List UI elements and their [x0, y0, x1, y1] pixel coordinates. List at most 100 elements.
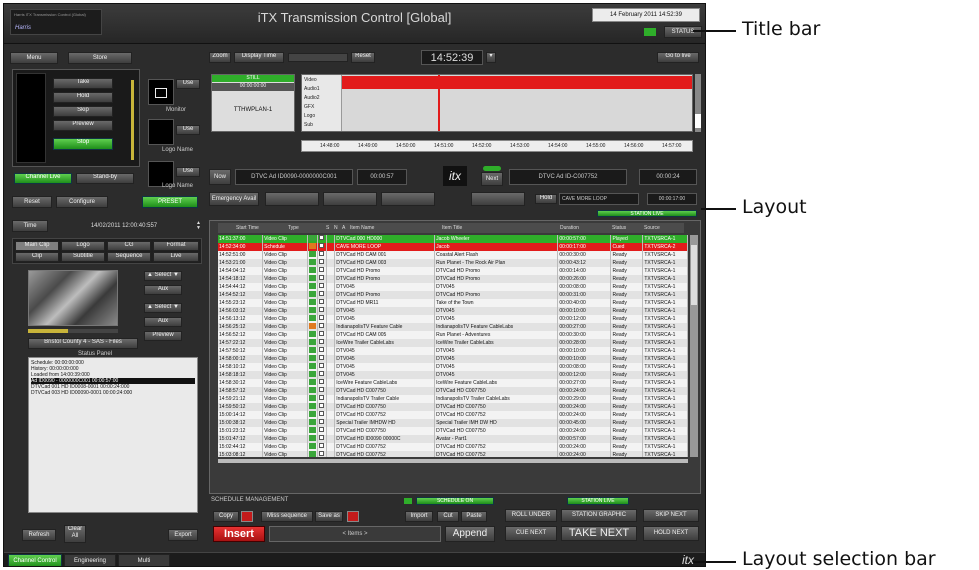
strip-button-2[interactable] — [323, 192, 377, 206]
insert-button[interactable]: Insert — [213, 526, 265, 542]
table-row[interactable]: 14:59:50:12 Video Clip DTVCad HD C007750 DT… — [218, 403, 688, 411]
timeline-ruler[interactable]: 14:48:00 14:49:00 14:50:00 14:51:00 14:5… — [301, 140, 693, 152]
menu-item-3[interactable]: Preview — [53, 120, 113, 131]
checkbox-icon[interactable] — [319, 395, 325, 400]
checkbox-icon[interactable] — [319, 355, 325, 360]
table-row[interactable]: 14:54:18:12 Video Clip DTVCad HD Promo DTVC… — [218, 275, 688, 283]
zoom-button[interactable]: Zoom — [209, 52, 231, 63]
time-button[interactable]: Time — [12, 220, 48, 232]
skip-next-button[interactable]: SKIP NEXT — [643, 509, 699, 522]
video-scrubber[interactable] — [28, 329, 118, 333]
menu-item-0[interactable]: Take — [53, 78, 113, 89]
table-row[interactable]: 14:58:18:12 Video Clip DTV045 DTV045 00:00:1… — [218, 371, 688, 379]
col-type[interactable]: Type — [288, 223, 299, 233]
checkbox-icon[interactable] — [319, 379, 325, 384]
status-button[interactable]: STATUS — [664, 26, 702, 38]
cut-button[interactable]: Cut — [437, 511, 459, 522]
reset-time-button[interactable]: Reset — [351, 52, 375, 63]
checkbox-icon[interactable] — [319, 371, 325, 376]
reset-button[interactable]: Reset — [12, 196, 52, 208]
configure-button[interactable]: Configure — [56, 196, 108, 208]
playlist-scrollbar[interactable] — [690, 235, 698, 457]
take-next-button[interactable]: TAKE NEXT — [561, 526, 637, 541]
append-button[interactable]: Append — [445, 526, 495, 542]
checkbox-icon[interactable] — [319, 323, 325, 328]
display-time-dropdown[interactable]: Display Time — [234, 52, 284, 63]
checkbox-icon[interactable] — [319, 363, 325, 368]
items-dropdown[interactable]: < Items > — [269, 526, 441, 542]
checkbox-icon[interactable] — [319, 235, 325, 240]
checkbox-icon[interactable] — [319, 267, 325, 272]
table-row[interactable]: 15:00:14:12 Video Clip DTVCad HD C007752 DT… — [218, 411, 688, 419]
table-row[interactable]: 15:01:23:12 Video Clip DTVCad HD C007750 DT… — [218, 427, 688, 435]
tab-0[interactable]: Main Clip — [15, 241, 59, 251]
table-row[interactable]: 14:58:30:12 Video Clip IceWire Feature Cab… — [218, 379, 688, 387]
schedule-on[interactable]: SCHEDULE ON — [416, 497, 494, 505]
tab-3[interactable]: Format — [153, 241, 199, 251]
playhead-line[interactable] — [438, 75, 440, 131]
track-grid[interactable]: Video Audio1 Audio2 GFX Logo Sub — [301, 74, 693, 132]
save-as-button[interactable]: Save as — [315, 511, 343, 522]
thumb-2-button[interactable]: Use — [176, 167, 200, 177]
menu-item-2[interactable]: Skip — [53, 106, 113, 117]
hold-label[interactable]: Hold — [535, 194, 557, 204]
table-row[interactable]: 14:54:04:12 Video Clip DTVCad HD Promo DTVC… — [218, 267, 688, 275]
table-row[interactable]: 14:52:34:00 Schedule CAVE MORE LOOP Jacob 00… — [218, 243, 688, 251]
thumb-0-button[interactable]: Use — [176, 79, 200, 89]
layout-tab-engineering[interactable]: Engineering — [64, 554, 116, 566]
store-button[interactable]: Store — [68, 52, 132, 64]
table-row[interactable]: 14:57:50:12 Video Clip DTV045 DTV045 00:00:1… — [218, 347, 688, 355]
timeline-scrollbar[interactable] — [695, 74, 701, 132]
clock-menu-button[interactable]: ▾ — [486, 52, 496, 63]
preview-ctrl-2[interactable]: ▲ Select ▼ — [144, 303, 182, 313]
checkbox-icon[interactable] — [319, 299, 325, 304]
checkbox-icon[interactable] — [319, 251, 325, 256]
tab-6[interactable]: Sequence — [107, 252, 151, 262]
table-row[interactable]: 14:53:21:00 Video Clip DTVCad HD CAM 003 Ru… — [218, 259, 688, 267]
table-row[interactable]: 14:54:44:12 Video Clip DTV045 DTV045 00:00:0… — [218, 283, 688, 291]
col-item-name[interactable]: Item Name — [350, 223, 374, 233]
checkbox-icon[interactable] — [319, 443, 325, 448]
table-row[interactable]: 14:54:52:12 Video Clip DTVCad HD Promo DTVC… — [218, 291, 688, 299]
datetime-spinner[interactable]: ▲ ▼ — [196, 221, 202, 232]
station-graphic-button[interactable]: STATION GRAPHIC — [561, 509, 637, 522]
table-row[interactable]: 14:56:52:12 Video Clip DTVCad HD CAM 005 Ru… — [218, 331, 688, 339]
checkbox-icon[interactable] — [319, 411, 325, 416]
channel-live-status[interactable]: Channel Live — [14, 173, 72, 184]
tab-2[interactable]: CG — [107, 241, 151, 251]
menu-button[interactable]: Menu — [10, 52, 58, 64]
menu-item-4[interactable]: Stop — [53, 138, 113, 150]
table-row[interactable]: 14:58:57:12 Video Clip DTVCad HD C007750 DT… — [218, 387, 688, 395]
checkbox-icon[interactable] — [319, 427, 325, 432]
preview-ctrl-1[interactable]: Aux — [144, 285, 182, 295]
checkbox-icon[interactable] — [319, 275, 325, 280]
export-button[interactable]: Export — [168, 529, 198, 541]
table-row[interactable]: 14:56:03:12 Video Clip DTV045 DTV045 00:00:1… — [218, 307, 688, 315]
col-s[interactable]: S — [326, 223, 329, 233]
tab-4[interactable]: Clip — [15, 252, 59, 262]
preset-button[interactable]: PRESET — [142, 196, 198, 208]
col-n[interactable]: N — [334, 223, 338, 233]
col-source[interactable]: Source — [644, 223, 660, 233]
table-row[interactable]: 15:01:47:12 Video Clip DTVCad HD ID0090 00… — [218, 435, 688, 443]
checkbox-icon[interactable] — [319, 387, 325, 392]
thumb-0[interactable] — [148, 79, 174, 105]
table-row[interactable]: 14:58:00:12 Video Clip DTV045 DTV045 00:00:1… — [218, 355, 688, 363]
menu-item-1[interactable]: Hold — [53, 92, 113, 103]
tab-7[interactable]: Live — [153, 252, 199, 262]
checkbox-icon[interactable] — [319, 331, 325, 336]
tab-1[interactable]: Logo — [61, 241, 105, 251]
roll-under-button[interactable]: ROLL UNDER — [505, 509, 557, 522]
col-a[interactable]: A — [342, 223, 345, 233]
table-row[interactable]: 14:57:22:12 Video Clip IceWire Trailer Cab… — [218, 339, 688, 347]
checkbox-icon[interactable] — [319, 347, 325, 352]
col-duration[interactable]: Duration — [560, 223, 579, 233]
hold-next-button[interactable]: HOLD NEXT — [643, 526, 699, 541]
preview-ctrl-4[interactable]: Preview — [144, 331, 182, 341]
emergency-button[interactable]: Emergency Avail — [209, 192, 259, 206]
cue-next-button[interactable]: CUE NEXT — [505, 526, 557, 541]
strip-button-1[interactable] — [265, 192, 319, 206]
playlist-body[interactable]: 14:51:37:00 Video Clip DTVCad 000 HD000 Jac… — [218, 235, 688, 457]
clear-all-button[interactable]: Clear All — [64, 525, 86, 543]
strip-button-4[interactable] — [471, 192, 525, 206]
